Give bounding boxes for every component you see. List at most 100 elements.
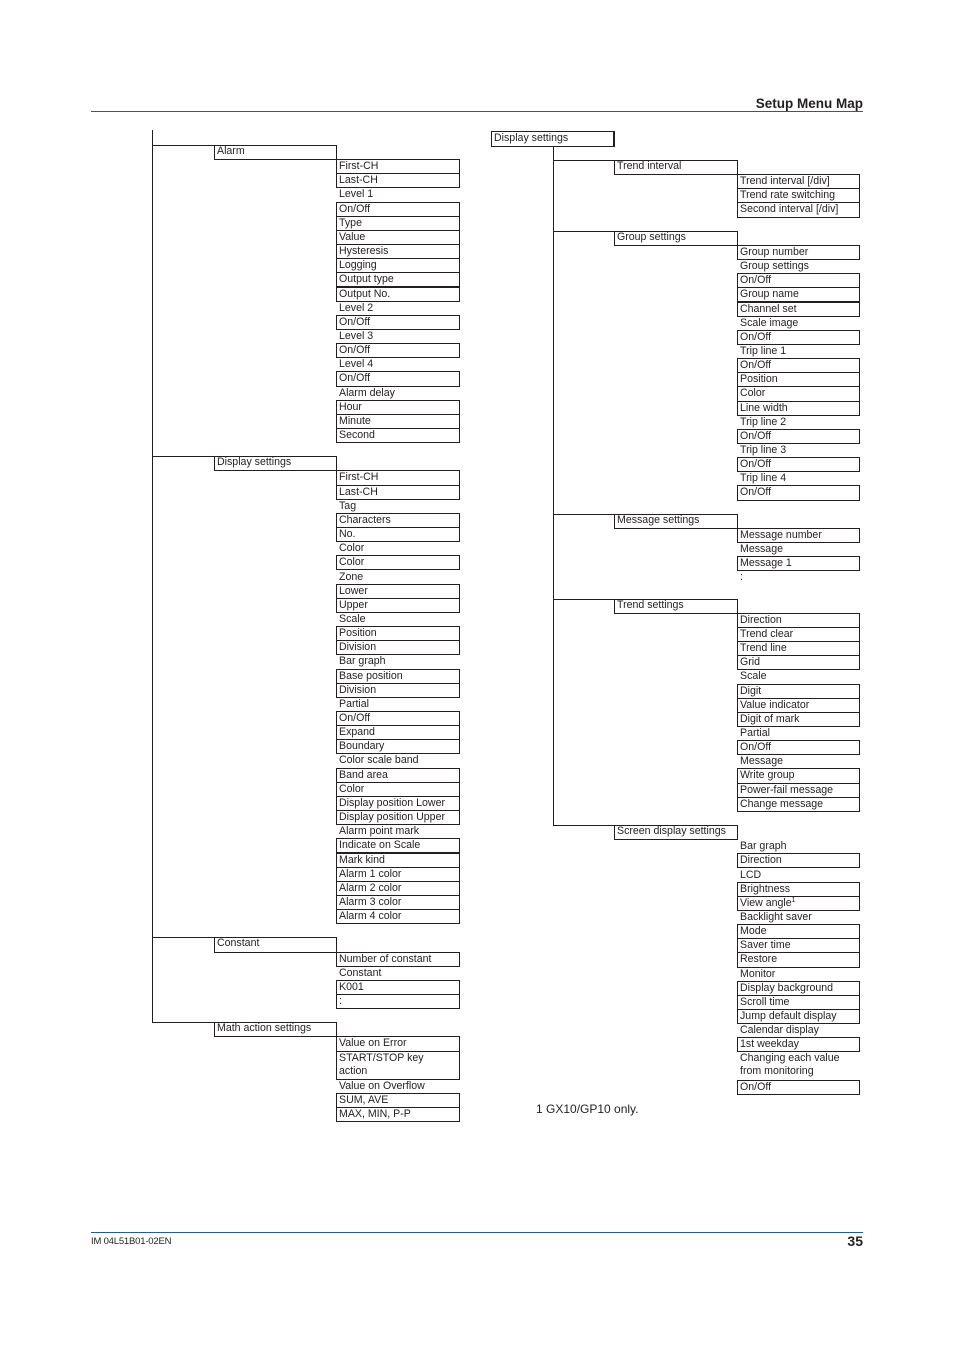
- menu-item-lower[interactable]: Lower: [336, 583, 460, 599]
- menu-group-math-action-settings[interactable]: Math action settings: [214, 1022, 336, 1038]
- menu-item-on-off[interactable]: On/Off: [737, 358, 860, 374]
- menu-item-backlight-saver[interactable]: Backlight saver: [737, 910, 860, 925]
- menu-item-last-ch[interactable]: Last-CH: [336, 484, 460, 500]
- menu-item-view-angle[interactable]: View angle1: [737, 895, 860, 911]
- menu-item-mark-kind[interactable]: Mark kind: [336, 852, 460, 868]
- menu-item-color-scale-band[interactable]: Color scale band: [336, 753, 460, 768]
- menu-item-division[interactable]: Division: [336, 640, 460, 656]
- menu-item-digit-of-mark[interactable]: Digit of mark: [737, 711, 860, 727]
- menu-item-zone[interactable]: Zone: [336, 570, 460, 585]
- menu-item-value-on-error[interactable]: Value on Error: [336, 1036, 460, 1052]
- menu-item-lcd[interactable]: LCD: [737, 868, 860, 883]
- menu-item-base-position[interactable]: Base position: [336, 668, 460, 684]
- menu-group-message-settings[interactable]: Message settings: [614, 513, 737, 529]
- menu-item-trend-clear[interactable]: Trend clear: [737, 626, 860, 643]
- menu-item-second-interval-div[interactable]: Second interval [/div]: [737, 202, 860, 218]
- menu-item-ellipsis[interactable]: :: [336, 994, 460, 1010]
- menu-item-trip-line-2[interactable]: Trip line 2: [737, 415, 860, 430]
- menu-item-color[interactable]: Color: [336, 541, 460, 556]
- menu-item-value-on-overflow[interactable]: Value on Overflow: [336, 1079, 460, 1094]
- menu-item-scroll-time[interactable]: Scroll time: [737, 994, 860, 1010]
- menu-item-direction[interactable]: Direction: [737, 853, 860, 869]
- menu-item-output-type[interactable]: Output type: [336, 272, 460, 288]
- menu-item-mode[interactable]: Mode: [737, 924, 860, 940]
- menu-item-on-off[interactable]: On/Off: [737, 1079, 860, 1095]
- menu-item-band-area[interactable]: Band area: [336, 767, 460, 783]
- menu-item-trip-line-1[interactable]: Trip line 1: [737, 344, 860, 359]
- menu-item-logging[interactable]: Logging: [336, 258, 460, 274]
- menu-item-bar-graph[interactable]: Bar graph: [737, 839, 860, 854]
- menu-item-sum-ave[interactable]: SUM, AVE: [336, 1093, 460, 1109]
- menu-group-screen-display-settings[interactable]: Screen display settings: [614, 825, 737, 841]
- menu-item-message[interactable]: Message: [737, 542, 860, 557]
- menu-group-constant[interactable]: Constant: [214, 937, 336, 953]
- menu-item-display-position-upper[interactable]: Display position Upper: [336, 810, 460, 826]
- menu-item-no[interactable]: No.: [336, 527, 460, 543]
- menu-item-last-ch[interactable]: Last-CH: [336, 173, 460, 189]
- menu-item-group-name[interactable]: Group name: [737, 287, 860, 303]
- menu-item-on-off[interactable]: On/Off: [336, 371, 460, 387]
- menu-item-on-off[interactable]: On/Off: [737, 329, 860, 345]
- menu-item-brightness[interactable]: Brightness: [737, 881, 860, 897]
- menu-item-direction[interactable]: Direction: [737, 612, 860, 628]
- menu-item-restore[interactable]: Restore: [737, 952, 860, 968]
- menu-group-display-settings[interactable]: Display settings: [214, 456, 336, 472]
- menu-item-display-background[interactable]: Display background: [737, 980, 860, 996]
- menu-item-alarm-1-color[interactable]: Alarm 1 color: [336, 866, 460, 882]
- menu-item-level-2[interactable]: Level 2: [336, 301, 460, 316]
- menu-item-on-off[interactable]: On/Off: [336, 201, 460, 217]
- menu-item-k001[interactable]: K001: [336, 979, 460, 995]
- menu-item-hour[interactable]: Hour: [336, 399, 460, 415]
- menu-item-on-off[interactable]: On/Off: [336, 711, 460, 727]
- menu-item-minute[interactable]: Minute: [336, 413, 460, 429]
- menu-item-position[interactable]: Position: [737, 372, 860, 388]
- menu-group-trend-interval[interactable]: Trend interval: [614, 160, 737, 176]
- menu-item-alarm-4-color[interactable]: Alarm 4 color: [336, 909, 460, 925]
- menu-item-change-message[interactable]: Change message: [737, 796, 860, 812]
- menu-item-ellipsis[interactable]: :: [737, 570, 860, 585]
- menu-item-boundary[interactable]: Boundary: [336, 739, 460, 755]
- menu-item-jump-default-display[interactable]: Jump default display: [737, 1009, 860, 1025]
- menu-item-color[interactable]: Color: [336, 555, 460, 571]
- menu-item-calendar-display[interactable]: Calendar display: [737, 1023, 860, 1038]
- menu-item-alarm-2-color[interactable]: Alarm 2 color: [336, 880, 460, 896]
- menu-item-trend-line[interactable]: Trend line: [737, 641, 860, 657]
- menu-item-division[interactable]: Division: [336, 682, 460, 698]
- menu-item-constant[interactable]: Constant: [336, 966, 460, 981]
- menu-item-tag[interactable]: Tag: [336, 499, 460, 514]
- menu-item-line-width[interactable]: Line width: [737, 400, 860, 416]
- menu-item-on-off[interactable]: On/Off: [737, 485, 860, 501]
- menu-item-partial[interactable]: Partial: [336, 697, 460, 712]
- menu-group-trend-settings[interactable]: Trend settings: [614, 598, 737, 614]
- menu-item-level-1[interactable]: Level 1: [336, 187, 460, 202]
- menu-item-scale[interactable]: Scale: [336, 612, 460, 627]
- menu-item-grid[interactable]: Grid: [737, 655, 860, 671]
- menu-item-position[interactable]: Position: [336, 626, 460, 642]
- menu-item-group-settings[interactable]: Group settings: [737, 259, 860, 274]
- menu-root-display-settings[interactable]: Display settings: [491, 131, 615, 147]
- menu-item-saver-time[interactable]: Saver time: [737, 938, 860, 954]
- menu-item-expand[interactable]: Expand: [336, 725, 460, 741]
- menu-item-on-off[interactable]: On/Off: [737, 428, 860, 444]
- menu-item-characters[interactable]: Characters: [336, 512, 460, 529]
- menu-item-write-group[interactable]: Write group: [737, 768, 860, 784]
- menu-item-value-indicator[interactable]: Value indicator: [737, 697, 860, 713]
- menu-item-max-min-p-p[interactable]: MAX, MIN, P-P: [336, 1107, 460, 1123]
- menu-item-trip-line-4[interactable]: Trip line 4: [737, 471, 860, 486]
- menu-item-scale-image[interactable]: Scale image: [737, 316, 860, 331]
- menu-item-display-position-lower[interactable]: Display position Lower: [336, 795, 460, 812]
- menu-item-trip-line-3[interactable]: Trip line 3: [737, 443, 860, 458]
- menu-item-level-4[interactable]: Level 4: [336, 357, 460, 372]
- menu-item-output-no[interactable]: Output No.: [336, 286, 460, 302]
- menu-item-changing-each-value[interactable]: Changing each value from monitoring: [737, 1051, 860, 1080]
- menu-item-number-of-constant[interactable]: Number of constant: [336, 951, 460, 967]
- menu-item-channel-set[interactable]: Channel set: [737, 301, 860, 317]
- menu-group-alarm[interactable]: Alarm: [214, 145, 336, 161]
- menu-item-alarm-3-color[interactable]: Alarm 3 color: [336, 894, 460, 911]
- menu-item-first-ch[interactable]: First-CH: [336, 470, 460, 486]
- menu-item-trend-interval-div[interactable]: Trend interval [/div]: [737, 174, 860, 190]
- menu-item-hysteresis[interactable]: Hysteresis: [336, 244, 460, 260]
- menu-item-value[interactable]: Value: [336, 229, 460, 246]
- menu-item-second[interactable]: Second: [336, 428, 460, 444]
- menu-item-color[interactable]: Color: [737, 386, 860, 402]
